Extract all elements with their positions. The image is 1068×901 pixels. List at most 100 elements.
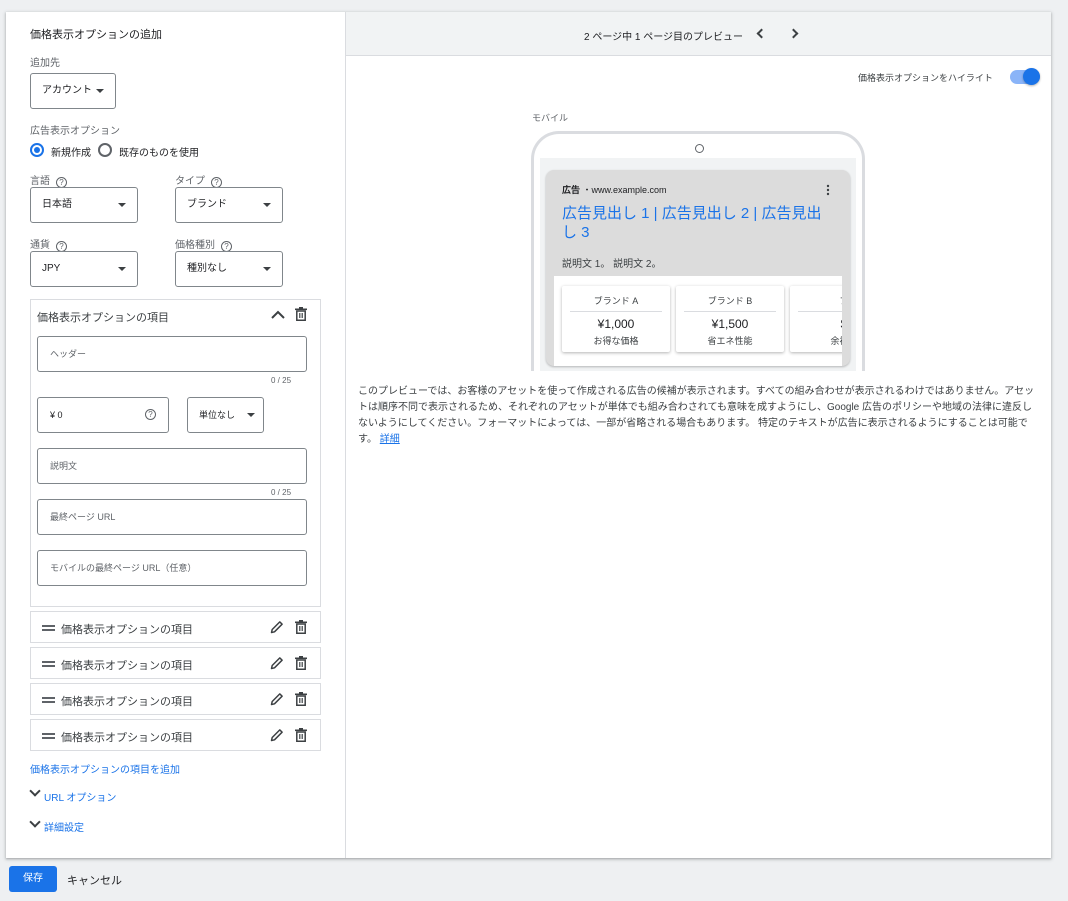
list-item-label: 価格表示オプションの項目 bbox=[61, 660, 193, 672]
chevron-down-icon[interactable] bbox=[29, 785, 41, 797]
type-label: タイプ bbox=[175, 176, 205, 187]
header-input[interactable]: ヘッダー bbox=[37, 336, 307, 372]
learn-more-link[interactable]: 詳細 bbox=[380, 434, 400, 445]
trash-icon[interactable] bbox=[295, 656, 307, 670]
trash-icon[interactable] bbox=[295, 620, 307, 634]
ad-description: 説明文 1。 説明文 2。 bbox=[562, 259, 662, 270]
destination-value: アカウント bbox=[42, 85, 92, 96]
trash-icon[interactable] bbox=[295, 307, 307, 321]
radio-new[interactable] bbox=[30, 143, 44, 157]
list-item[interactable]: 価格表示オプションの項目 bbox=[30, 683, 321, 715]
chevron-right-icon[interactable] bbox=[788, 28, 799, 39]
header-counter: 0 / 25 bbox=[271, 376, 292, 385]
price-type-value: 種別なし bbox=[187, 263, 227, 274]
chevron-left-icon[interactable] bbox=[756, 28, 767, 39]
currency-dropdown[interactable]: JPY bbox=[30, 251, 138, 287]
price-type-label-row: 価格種別? bbox=[175, 236, 232, 252]
final-url-input[interactable]: 最終ページ URL bbox=[37, 499, 307, 535]
list-item[interactable]: 価格表示オプションの項目 bbox=[30, 611, 321, 643]
save-button[interactable]: 保存 bbox=[9, 866, 57, 892]
language-value: 日本語 bbox=[42, 199, 72, 210]
price-card-header: ブランド A bbox=[593, 296, 639, 306]
unit-value: 単位なし bbox=[199, 410, 236, 420]
url-options-link[interactable]: URL オプション bbox=[44, 789, 116, 804]
ad-headline[interactable]: 広告見出し 1 | 広告見出し 2 | 広告見出し 3 bbox=[562, 204, 836, 242]
item-editor-title: 価格表示オプションの項目 bbox=[37, 312, 169, 324]
device-label: モバイル bbox=[532, 113, 569, 123]
divider bbox=[684, 311, 776, 312]
trash-icon[interactable] bbox=[295, 692, 307, 706]
highlight-toggle-knob[interactable] bbox=[1023, 68, 1040, 85]
pencil-icon[interactable] bbox=[270, 656, 284, 670]
price-card[interactable]: ブ $ 余裕の bbox=[790, 286, 842, 352]
camera-icon bbox=[695, 144, 704, 153]
price-card[interactable]: ブランド A ¥1,000 お得な価格 bbox=[562, 286, 670, 352]
currency-label-row: 通貨? bbox=[30, 236, 67, 252]
divider bbox=[798, 311, 842, 312]
language-label: 言語 bbox=[30, 176, 50, 187]
cancel-button[interactable]: キャンセル bbox=[67, 872, 122, 888]
price-input[interactable]: ¥ 0 ? bbox=[37, 397, 169, 433]
mobile-url-input[interactable]: モバイルの最終ページ URL（任意） bbox=[37, 550, 307, 586]
destination-label: 追加先 bbox=[30, 58, 60, 69]
help-icon[interactable]: ? bbox=[145, 409, 156, 420]
caret-down-icon bbox=[247, 413, 255, 417]
price-card-header: ブランド B bbox=[707, 296, 753, 306]
drag-handle-icon[interactable] bbox=[42, 625, 55, 631]
chevron-down-icon[interactable] bbox=[29, 816, 41, 828]
divider bbox=[570, 311, 662, 312]
price-value: ¥ 0 bbox=[50, 410, 63, 420]
ad-preview: 広告 ・www.example.com 広告見出し 1 | 広告見出し 2 | … bbox=[546, 170, 850, 366]
trash-icon[interactable] bbox=[295, 728, 307, 742]
type-dropdown[interactable]: ブランド bbox=[175, 187, 283, 223]
price-cards-strip: ブランド A ¥1,000 お得な価格 ブランド B ¥1,500 省エネ性能 bbox=[554, 276, 842, 366]
price-card-desc: お得な価格 bbox=[593, 336, 639, 346]
mobile-url-placeholder: モバイルの最終ページ URL（任意） bbox=[50, 563, 197, 573]
preview-toolbar: 2 ページ中 1 ページ目のプレビュー bbox=[346, 12, 1051, 56]
list-item[interactable]: 価格表示オプションの項目 bbox=[30, 719, 321, 751]
price-card-price: ¥1,000 bbox=[597, 317, 635, 331]
chevron-up-icon[interactable] bbox=[271, 310, 285, 320]
destination-dropdown[interactable]: アカウント bbox=[30, 73, 116, 109]
more-vert-icon[interactable] bbox=[826, 184, 830, 196]
language-label-row: 言語? bbox=[30, 172, 67, 188]
final-url-placeholder: 最終ページ URL bbox=[50, 512, 116, 522]
caret-down-icon bbox=[263, 267, 271, 271]
item-editor: 価格表示オプションの項目 ヘッダー 0 / 25 ¥ 0 ? 単位なし 説明文 … bbox=[30, 299, 321, 607]
dialog-title: 価格表示オプションの追加 bbox=[30, 29, 162, 41]
pencil-icon[interactable] bbox=[270, 728, 284, 742]
list-item-label: 価格表示オプションの項目 bbox=[61, 696, 193, 708]
pencil-icon[interactable] bbox=[270, 620, 284, 634]
price-card-header: ブ bbox=[790, 294, 842, 307]
ad-badge: 広告 bbox=[562, 185, 581, 195]
preview-panel: 2 ページ中 1 ページ目のプレビュー 価格表示オプションをハイライト モバイル… bbox=[346, 12, 1051, 858]
type-label-row: タイプ? bbox=[175, 172, 222, 188]
unit-dropdown[interactable]: 単位なし bbox=[187, 397, 264, 433]
phone-frame: 広告 ・www.example.com 広告見出し 1 | 広告見出し 2 | … bbox=[531, 131, 865, 371]
list-item[interactable]: 価格表示オプションの項目 bbox=[30, 647, 321, 679]
price-type-dropdown[interactable]: 種別なし bbox=[175, 251, 283, 287]
advanced-settings-link[interactable]: 詳細設定 bbox=[44, 819, 84, 834]
phone-screen: 広告 ・www.example.com 広告見出し 1 | 広告見出し 2 | … bbox=[540, 158, 856, 371]
radio-existing-label: 既存のものを使用 bbox=[119, 148, 199, 159]
ad-meta: 広告 ・www.example.com bbox=[562, 183, 667, 196]
page-indicator: 2 ページ中 1 ページ目のプレビュー bbox=[584, 32, 744, 43]
caret-down-icon bbox=[118, 267, 126, 271]
price-card-desc: 余裕の bbox=[830, 336, 842, 346]
radio-existing[interactable] bbox=[98, 143, 112, 157]
option-label: 広告表示オプション bbox=[30, 126, 120, 137]
drag-handle-icon[interactable] bbox=[42, 697, 55, 703]
form-panel: 価格表示オプションの追加 追加先 アカウント 広告表示オプション 新規作成 既存… bbox=[6, 12, 346, 858]
language-dropdown[interactable]: 日本語 bbox=[30, 187, 138, 223]
drag-handle-icon[interactable] bbox=[42, 733, 55, 739]
description-input[interactable]: 説明文 bbox=[37, 448, 307, 484]
caret-down-icon bbox=[118, 203, 126, 207]
add-item-link[interactable]: 価格表示オプションの項目を追加 bbox=[30, 761, 180, 776]
price-card[interactable]: ブランド B ¥1,500 省エネ性能 bbox=[676, 286, 784, 352]
pencil-icon[interactable] bbox=[270, 692, 284, 706]
drag-handle-icon[interactable] bbox=[42, 661, 55, 667]
description-counter: 0 / 25 bbox=[271, 488, 292, 497]
preview-notice: このプレビューでは、お客様のアセットを使って作成される広告の候補が表示されます。… bbox=[358, 384, 1042, 448]
caret-down-icon bbox=[96, 89, 104, 93]
description-placeholder: 説明文 bbox=[50, 461, 78, 471]
